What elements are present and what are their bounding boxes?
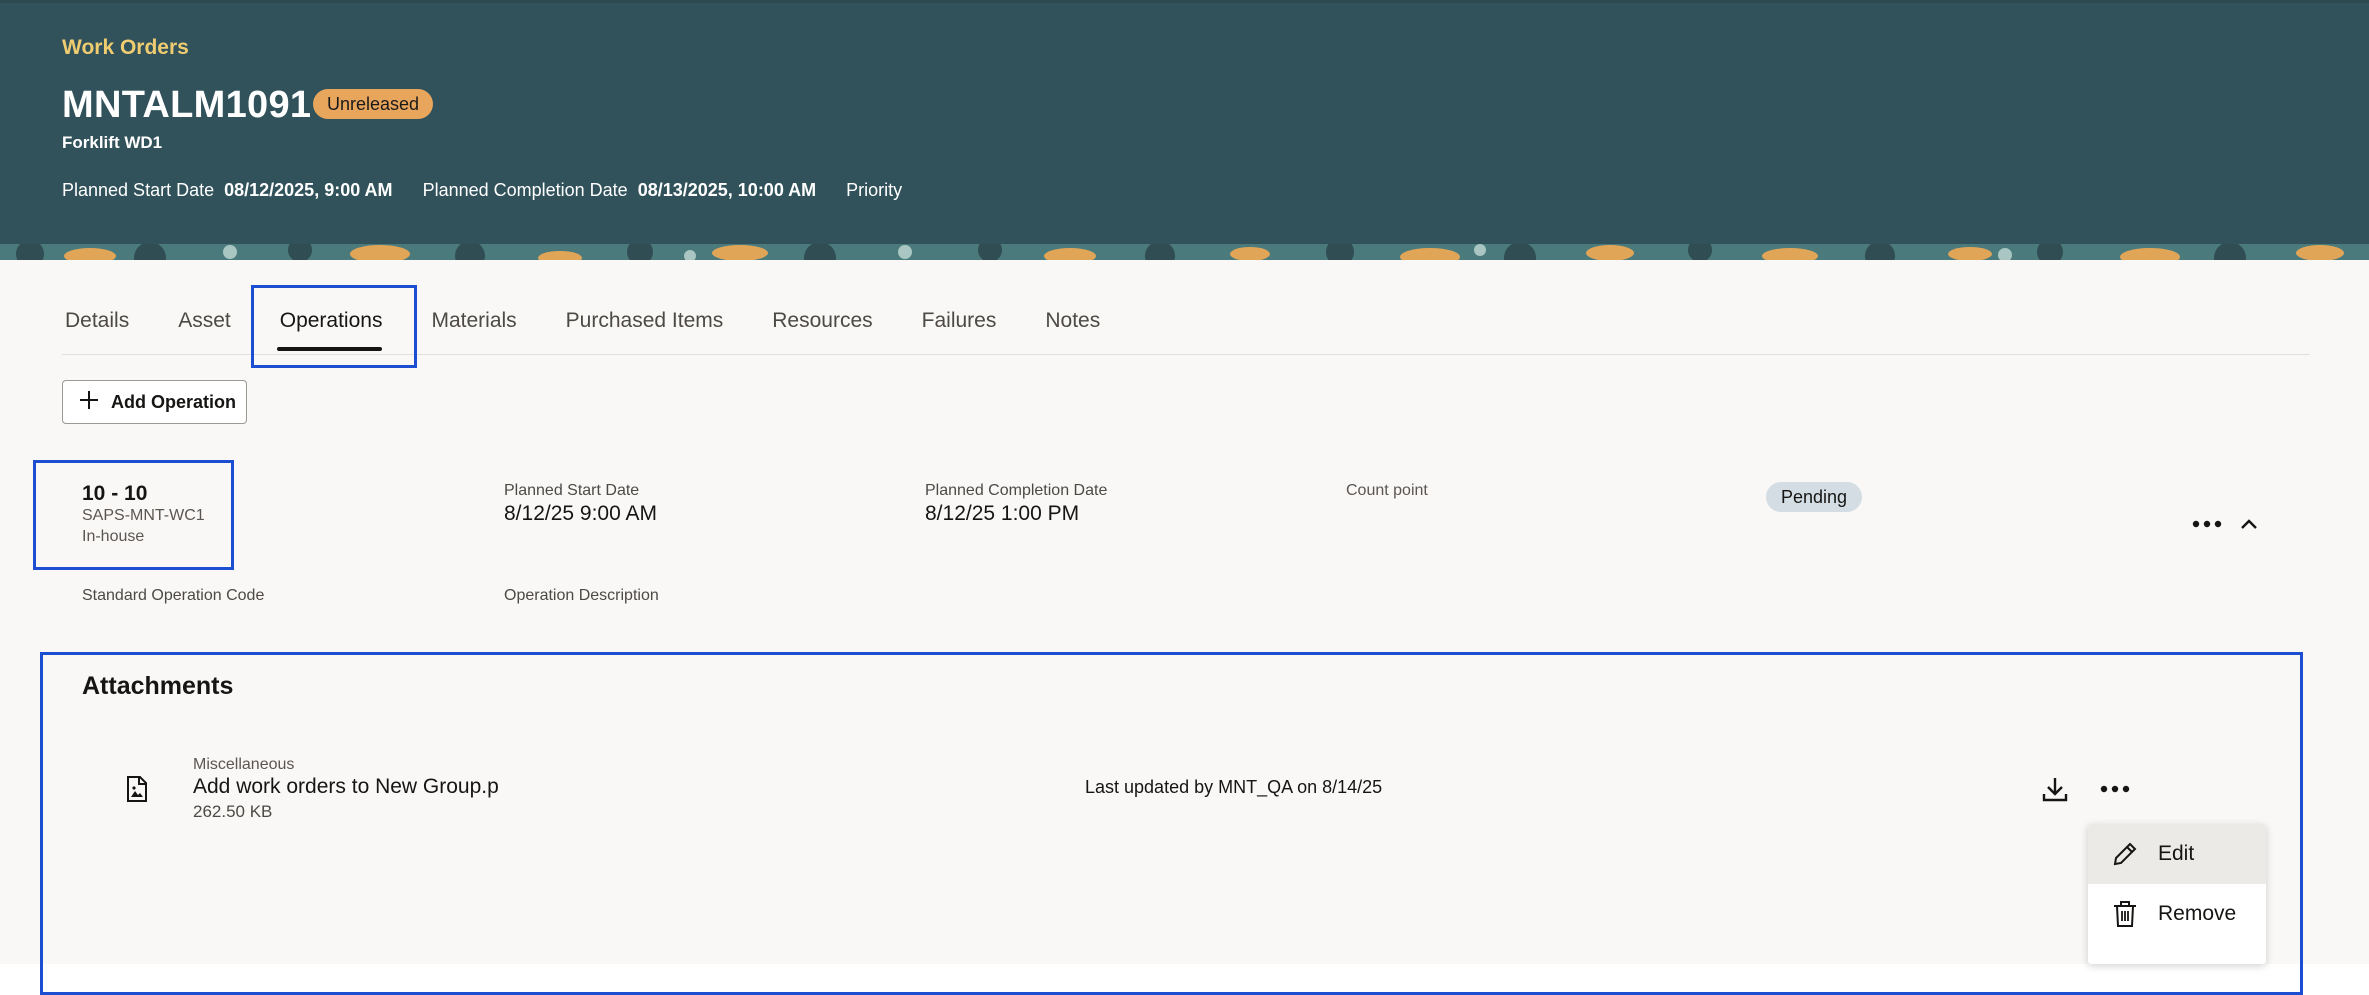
download-attachment-button[interactable] bbox=[2036, 772, 2074, 806]
op-planned-completion-label: Planned Completion Date bbox=[925, 482, 1108, 499]
attachment-last-updated: Last updated by MNT_QA on 8/14/25 bbox=[1085, 777, 1383, 797]
plus-icon bbox=[75, 388, 103, 417]
standard-operation-code-label: Standard Operation Code bbox=[82, 587, 265, 604]
attachment-category: Miscellaneous bbox=[193, 756, 295, 773]
status-badge: Unreleased bbox=[313, 89, 434, 119]
image-file-icon bbox=[127, 776, 147, 802]
tab-operations[interactable]: Operations bbox=[276, 295, 382, 351]
pencil-icon bbox=[2108, 840, 2142, 868]
work-order-header: Work Orders MNTALM1091 Unreleased Forkli… bbox=[0, 0, 2369, 260]
menu-item-remove-label: Remove bbox=[2158, 902, 2237, 925]
download-icon bbox=[2042, 778, 2068, 802]
operation-sequence[interactable]: 10 - 10 bbox=[82, 482, 147, 506]
more-horizontal-icon bbox=[2192, 520, 2222, 528]
menu-item-remove[interactable]: Remove bbox=[2088, 884, 2266, 944]
chevron-up-icon bbox=[2241, 519, 2257, 529]
count-point-label: Count point bbox=[1346, 482, 1428, 499]
op-planned-start-value: 8/12/25 9:00 AM bbox=[504, 502, 657, 525]
attachments-heading: Attachments bbox=[82, 672, 234, 700]
operation-type: In-house bbox=[82, 528, 145, 545]
attachment-actions-menu: Edit Remove bbox=[2088, 824, 2266, 964]
planned-completion-value: 08/13/2025, 10:00 AM bbox=[637, 180, 817, 200]
tab-purchased-items[interactable]: Purchased Items bbox=[563, 295, 724, 351]
add-operation-button[interactable]: Add Operation bbox=[62, 380, 247, 424]
page-title: MNTALM1091 bbox=[62, 84, 312, 126]
planned-start-label: Planned Start Date bbox=[62, 180, 215, 200]
operation-status-badge: Pending bbox=[1766, 482, 1863, 512]
page-bottom-area bbox=[0, 964, 2369, 995]
planned-completion-label: Planned Completion Date bbox=[422, 180, 628, 200]
op-planned-completion-value: 8/12/25 1:00 PM bbox=[925, 502, 1080, 525]
operation-actions-button[interactable] bbox=[2190, 510, 2224, 538]
planned-start-value: 08/12/2025, 9:00 AM bbox=[224, 180, 393, 200]
tab-divider bbox=[62, 354, 2310, 355]
tab-failures[interactable]: Failures bbox=[919, 295, 997, 351]
tab-details[interactable]: Details bbox=[62, 295, 129, 351]
decorative-header-pattern bbox=[0, 244, 2369, 260]
attachment-name-link[interactable]: Add work orders to New Group.p bbox=[193, 775, 499, 799]
add-operation-label: Add Operation bbox=[111, 391, 236, 412]
operation-work-center: SAPS-MNT-WC1 bbox=[82, 507, 205, 524]
more-horizontal-icon bbox=[2100, 785, 2130, 793]
attachment-file-icon-wrap bbox=[122, 774, 152, 804]
tab-resources[interactable]: Resources bbox=[769, 295, 872, 351]
breadcrumb-work-orders[interactable]: Work Orders bbox=[62, 36, 189, 60]
collapse-operation-button[interactable] bbox=[2236, 510, 2262, 538]
trash-icon bbox=[2108, 900, 2142, 928]
operation-description-label: Operation Description bbox=[504, 587, 659, 604]
priority-label: Priority bbox=[846, 180, 903, 200]
tab-asset[interactable]: Asset bbox=[175, 295, 231, 351]
header-meta-row: Planned Start Date 08/12/2025, 9:00 AM P… bbox=[62, 180, 912, 201]
tab-notes[interactable]: Notes bbox=[1042, 295, 1100, 351]
header-top-edge bbox=[0, 0, 2369, 3]
menu-item-edit-label: Edit bbox=[2158, 842, 2195, 865]
highlight-box-attachments bbox=[40, 652, 2303, 995]
asset-subtitle: Forklift WD1 bbox=[62, 133, 163, 152]
attachment-actions-button[interactable] bbox=[2098, 776, 2132, 802]
tab-bar: Details Asset Operations Materials Purch… bbox=[62, 295, 1146, 351]
attachment-size: 262.50 KB bbox=[193, 802, 273, 821]
menu-item-edit[interactable]: Edit bbox=[2088, 824, 2266, 884]
op-planned-start-label: Planned Start Date bbox=[504, 482, 640, 499]
tab-materials[interactable]: Materials bbox=[428, 295, 516, 351]
